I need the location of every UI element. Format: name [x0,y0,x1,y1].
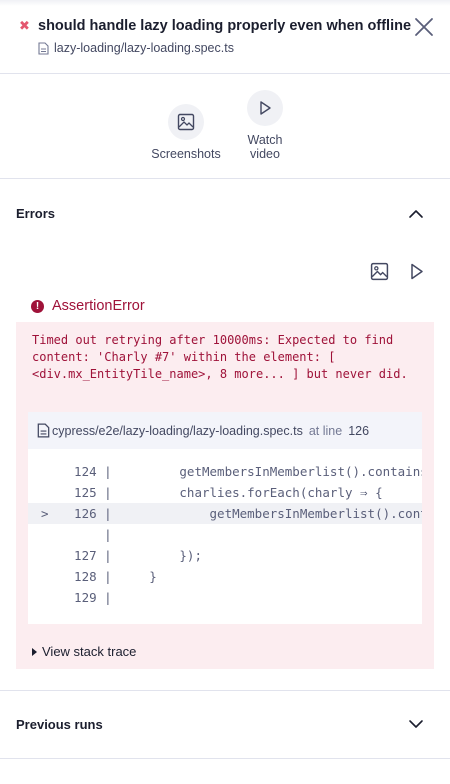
close-icon [415,18,433,36]
code-frame-line-number: 126 [348,423,370,438]
error-name: AssertionError [52,298,145,314]
code-line-text: 125 | charlies.forEach(charly ⇒ { [59,485,383,500]
close-button[interactable] [412,15,436,39]
code-line-text: 128 | } [59,569,157,584]
code-line: 125 | charlies.forEach(charly ⇒ { [28,482,422,503]
failed-x-icon: ✖ [19,18,30,33]
file-icon [37,423,50,438]
test-title: should handle lazy loading properly even… [38,18,412,34]
error-message-line: content: 'Charly #7' within the element:… [32,350,336,364]
code-lines: 124 | getMembersInMemberlist().contains(… [28,461,422,608]
code-frame-file-path: cypress/e2e/lazy-loading/lazy-loading.sp… [52,423,303,438]
screenshots-icon-circle [168,104,204,140]
error-video-button[interactable] [409,262,427,282]
previous-runs-section-toggle[interactable]: Previous runs [0,691,450,759]
file-icon [38,41,49,55]
watch-video-icon-circle [247,90,283,126]
code-line-text: 127 | }); [59,548,202,563]
errors-section-toggle[interactable]: Errors [0,179,450,247]
artifacts-bar: Screenshots Watch video [0,74,450,179]
code-line-highlighted: > 126 | getMembersInMemberlist().contain… [28,503,422,524]
previous-runs-title: Previous runs [16,717,103,732]
code-line: 129 | [28,587,422,608]
screenshots-label: Screenshots [151,147,221,161]
play-icon [260,101,271,115]
spec-file-path: lazy-loading/lazy-loading.spec.ts [54,41,234,55]
error-message-line: <div.mx_EntityTile_name>, 8 more... ] bu… [32,367,408,381]
code-line: 128 | } [28,566,422,587]
errors-section-title: Errors [16,206,56,221]
view-stack-trace-label: View stack trace [42,644,137,659]
view-stack-trace-button[interactable]: View stack trace [32,644,136,659]
code-line-marker: > [41,506,49,521]
error-exclamation-icon: ! [31,299,44,313]
test-header: ✖ should handle lazy loading properly ev… [0,0,450,74]
watch-video-label-line1: Watch [247,133,283,147]
code-frame-file-link[interactable]: cypress/e2e/lazy-loading/lazy-loading.sp… [28,412,422,449]
code-line-text: 126 | getMembersInMemberlist().contains( [74,506,422,521]
chevron-up-icon [409,210,423,218]
image-icon [370,262,389,281]
error-name-row: ! AssertionError [31,298,145,314]
code-line-text: 124 | getMembersInMemberlist().contains( [59,464,422,479]
error-box: Timed out retrying after 10000ms: Expect… [16,322,434,669]
code-frame: cypress/e2e/lazy-loading/lazy-loading.sp… [28,412,422,624]
caret-right-icon [32,647,37,656]
code-frame-at-line-label: at line [308,423,343,438]
watch-video-label: Watch video [240,133,290,161]
error-screenshot-button[interactable] [370,262,390,282]
chevron-down-icon [409,720,423,728]
image-icon [177,113,195,131]
error-message-line: Timed out retrying after 10000ms: Expect… [32,333,394,347]
code-line-text: | [59,527,112,542]
code-line: | [28,524,422,545]
code-line: 127 | }); [28,545,422,566]
play-icon [411,263,423,280]
code-line-text: 129 | [59,590,112,605]
spec-file-link[interactable]: lazy-loading/lazy-loading.spec.ts [38,41,234,55]
error-message: Timed out retrying after 10000ms: Expect… [32,332,427,383]
watch-video-button[interactable]: Watch video [240,90,290,161]
code-line: 124 | getMembersInMemberlist().contains( [28,461,422,482]
watch-video-label-line2: video [250,147,280,161]
screenshots-button[interactable]: Screenshots [151,104,221,161]
